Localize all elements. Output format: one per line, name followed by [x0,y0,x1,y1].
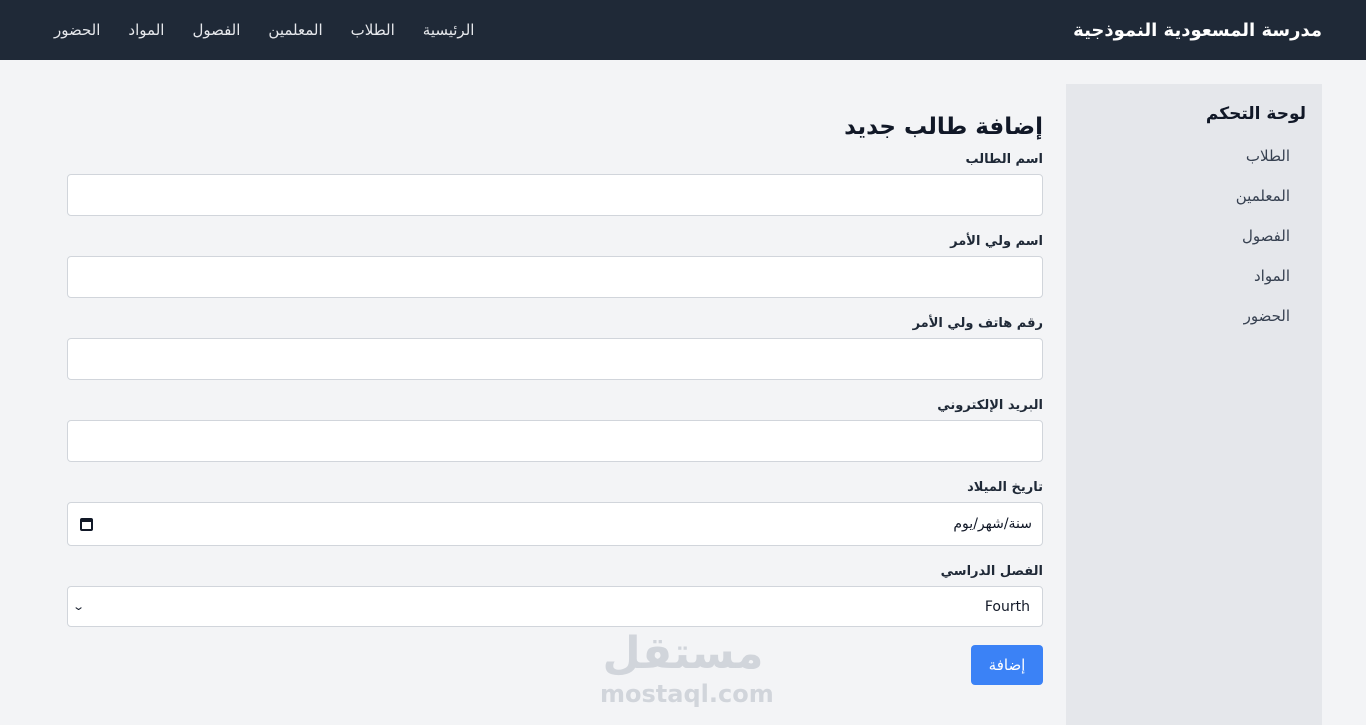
student-name-label: اسم الطالب [965,152,1044,167]
sidebar-item-classes[interactable]: الفصول [1082,216,1290,256]
class-select-value: Fourth [984,598,1030,615]
nav-link-home[interactable]: الرئيسية [423,21,475,39]
guardian-name-input[interactable] [67,256,1043,298]
top-navbar: مدرسة المسعودية النموذجية الرئيسية الطلا… [0,0,1366,60]
sidebar-item-students[interactable]: الطلاب [1082,136,1290,176]
sidebar: لوحة التحكم الطلاب المعلمين الفصول الموا… [1066,84,1322,725]
guardian-name-label: اسم ولي الأمر [950,234,1043,249]
student-name-field: اسم الطالب [67,152,1043,216]
email-field: البريد الإلكتروني [67,398,1043,462]
sidebar-item-teachers[interactable]: المعلمين [1082,176,1290,216]
sidebar-item-subjects[interactable]: المواد [1082,256,1290,296]
nav-link-teachers[interactable]: المعلمين [268,21,322,39]
guardian-phone-label: رقم هاتف ولي الأمر [912,316,1043,331]
student-name-input[interactable] [67,174,1043,216]
email-input[interactable] [67,420,1043,462]
birthdate-input[interactable]: سنة/شهر/يوم [67,502,1043,546]
guardian-phone-field: رقم هاتف ولي الأمر [67,316,1043,380]
birthdate-field: تاريخ الميلاد سنة/شهر/يوم [67,480,1043,546]
nav-link-classes[interactable]: الفصول [192,21,240,39]
nav-link-subjects[interactable]: المواد [128,21,164,39]
sidebar-list: الطلاب المعلمين الفصول المواد الحضور [1082,136,1306,336]
class-label: الفصل الدراسي [940,564,1043,579]
chevron-down-icon: ⌄ [72,600,86,613]
class-field: الفصل الدراسي Fourth ⌄ [67,564,1043,627]
nav-link-students[interactable]: الطلاب [351,21,395,39]
email-label: البريد الإلكتروني [937,398,1043,413]
sidebar-item-attendance[interactable]: الحضور [1082,296,1290,336]
birthdate-value: سنة/شهر/يوم [953,516,1032,532]
brand-title[interactable]: مدرسة المسعودية النموذجية [1073,20,1322,41]
add-student-form: إضافة طالب جديد اسم الطالب اسم ولي الأمر… [67,84,1043,685]
guardian-phone-input[interactable] [67,338,1043,380]
guardian-name-field: اسم ولي الأمر [67,234,1043,298]
nav-link-attendance[interactable]: الحضور [54,21,100,39]
calendar-icon[interactable] [80,517,93,531]
add-button[interactable]: إضافة [971,645,1043,685]
nav-links: الرئيسية الطلاب المعلمين الفصول المواد ا… [54,21,474,39]
birthdate-label: تاريخ الميلاد [967,480,1043,495]
page-title: إضافة طالب جديد [844,114,1043,140]
class-select[interactable]: Fourth ⌄ [67,586,1043,627]
sidebar-title: لوحة التحكم [1205,104,1306,124]
